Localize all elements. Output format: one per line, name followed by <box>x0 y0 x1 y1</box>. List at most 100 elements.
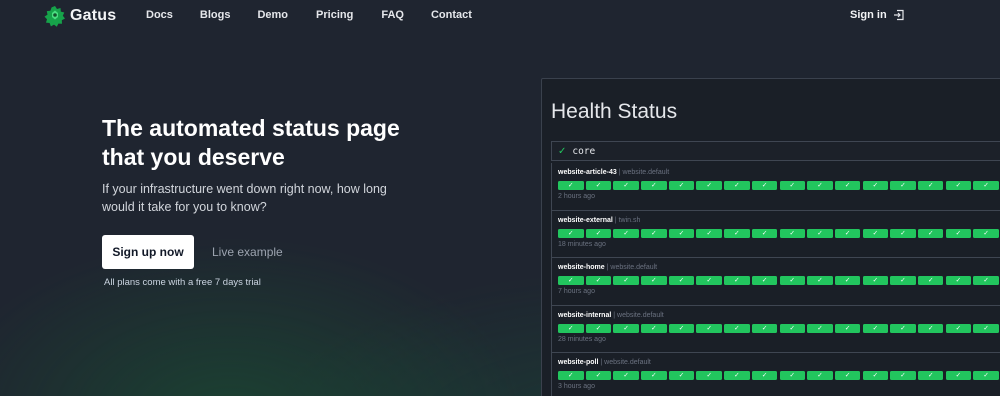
result-success-bar[interactable]: ✓ <box>613 276 639 285</box>
result-success-bar[interactable]: ✓ <box>696 323 722 333</box>
live-example-link[interactable]: Live example <box>212 245 283 259</box>
result-success-bar[interactable]: ✓ <box>862 228 889 238</box>
result-success-bar[interactable]: ✓ <box>834 181 861 190</box>
endpoint-name[interactable]: website-poll <box>558 359 598 366</box>
nav-link-docs[interactable]: Docs <box>146 9 173 21</box>
endpoint-name[interactable]: website-external <box>558 217 613 224</box>
result-success-bar[interactable]: ✓ <box>668 371 695 380</box>
endpoint-name[interactable]: website-article-43 <box>558 169 617 176</box>
result-success-bar[interactable]: ✓ <box>973 371 999 380</box>
result-success-bar[interactable]: ✓ <box>807 228 833 238</box>
brand-logo[interactable]: Gatus <box>44 5 116 27</box>
result-success-bar[interactable]: ✓ <box>668 181 695 190</box>
result-success-bar[interactable]: ✓ <box>862 276 889 285</box>
endpoint-row[interactable]: website-internal | website.default ✓ ✓ ✓ ✓ ✓ ✓… <box>551 305 1000 353</box>
result-success-bar[interactable]: ✓ <box>558 181 584 190</box>
result-success-bar[interactable]: ✓ <box>696 181 722 190</box>
result-success-bar[interactable]: ✓ <box>558 228 584 238</box>
result-success-bar[interactable]: ✓ <box>945 371 972 380</box>
group-header-core[interactable]: ✓ core <box>551 141 1000 161</box>
endpoint-row[interactable]: website-home | website.default ✓ ✓ ✓ ✓ ✓ ✓ ✓ ✓ ✓ ✓… <box>551 258 1000 306</box>
result-success-bar[interactable]: ✓ <box>779 276 805 285</box>
result-success-bar[interactable]: ✓ <box>973 323 999 333</box>
endpoint-name[interactable]: website-home <box>558 264 605 271</box>
result-success-bar[interactable]: ✓ <box>585 371 612 380</box>
sign-up-button[interactable]: Sign up now <box>102 235 194 269</box>
result-success-bar[interactable]: ✓ <box>585 228 612 238</box>
result-success-bar[interactable]: ✓ <box>641 276 667 285</box>
result-success-bar[interactable]: ✓ <box>973 181 999 190</box>
result-success-bar[interactable]: ✓ <box>862 181 889 190</box>
result-success-bar[interactable]: ✓ <box>641 228 667 238</box>
result-success-bar[interactable]: ✓ <box>779 181 805 190</box>
result-success-bar[interactable]: ✓ <box>668 228 695 238</box>
result-success-bar[interactable]: ✓ <box>834 276 861 285</box>
result-success-bar[interactable]: ✓ <box>724 228 750 238</box>
result-success-bar[interactable]: ✓ <box>724 181 750 190</box>
result-success-bar[interactable]: ✓ <box>945 181 972 190</box>
result-success-bar[interactable]: ✓ <box>945 228 972 238</box>
result-success-bar[interactable]: ✓ <box>724 276 750 285</box>
nav-link-pricing[interactable]: Pricing <box>316 9 353 21</box>
nav-link-faq[interactable]: FAQ <box>381 9 404 21</box>
result-success-bar[interactable]: ✓ <box>585 276 612 285</box>
result-success-bar[interactable]: ✓ <box>724 371 750 380</box>
result-success-bar[interactable]: ✓ <box>558 371 584 380</box>
result-success-bar[interactable]: ✓ <box>917 181 944 190</box>
result-success-bar[interactable]: ✓ <box>751 276 778 285</box>
result-success-bar[interactable]: ✓ <box>696 228 722 238</box>
result-success-bar[interactable]: ✓ <box>917 276 944 285</box>
result-success-bar[interactable]: ✓ <box>613 181 639 190</box>
result-success-bar[interactable]: ✓ <box>945 323 972 333</box>
result-success-bar[interactable]: ✓ <box>862 323 889 333</box>
result-success-bar[interactable]: ✓ <box>724 323 750 333</box>
result-success-bar[interactable]: ✓ <box>696 371 722 380</box>
result-success-bar[interactable]: ✓ <box>834 371 861 380</box>
result-success-bar[interactable]: ✓ <box>751 371 778 380</box>
nav-link-demo[interactable]: Demo <box>257 9 288 21</box>
sign-in-link[interactable]: Sign in <box>850 9 905 21</box>
result-success-bar[interactable]: ✓ <box>641 323 667 333</box>
nav-link-contact[interactable]: Contact <box>431 9 472 21</box>
result-success-bar[interactable]: ✓ <box>751 181 778 190</box>
result-success-bar[interactable]: ✓ <box>834 228 861 238</box>
result-success-bar[interactable]: ✓ <box>807 276 833 285</box>
result-success-bar[interactable]: ✓ <box>890 181 916 190</box>
result-success-bar[interactable]: ✓ <box>890 228 916 238</box>
result-success-bar[interactable]: ✓ <box>945 276 972 285</box>
result-success-bar[interactable]: ✓ <box>751 323 778 333</box>
result-success-bar[interactable]: ✓ <box>613 371 639 380</box>
result-success-bar[interactable]: ✓ <box>807 181 833 190</box>
result-success-bar[interactable]: ✓ <box>779 228 805 238</box>
result-success-bar[interactable]: ✓ <box>890 371 916 380</box>
result-success-bar[interactable]: ✓ <box>917 323 944 333</box>
result-success-bar[interactable]: ✓ <box>890 323 916 333</box>
result-success-bar[interactable]: ✓ <box>973 228 999 238</box>
result-success-bar[interactable]: ✓ <box>558 323 584 333</box>
result-success-bar[interactable]: ✓ <box>613 228 639 238</box>
endpoint-row[interactable]: website-article-43 | website.default ✓ ✓ ✓ ✓… <box>551 163 1000 211</box>
result-success-bar[interactable]: ✓ <box>807 371 833 380</box>
result-success-bar[interactable]: ✓ <box>668 323 695 333</box>
result-success-bar[interactable]: ✓ <box>917 371 944 380</box>
result-success-bar[interactable]: ✓ <box>834 323 861 333</box>
endpoint-row[interactable]: website-external | twin.sh ✓ ✓ ✓ ✓ ✓ ✓ ✓ ✓ ✓ ✓ ✓ ✓ ✓ ✓… <box>551 210 1000 258</box>
result-success-bar[interactable]: ✓ <box>668 276 695 285</box>
result-success-bar[interactable]: ✓ <box>807 323 833 333</box>
result-success-bar[interactable]: ✓ <box>862 371 889 380</box>
result-success-bar[interactable]: ✓ <box>558 276 584 285</box>
result-success-bar[interactable]: ✓ <box>585 323 612 333</box>
result-success-bar[interactable]: ✓ <box>585 181 612 190</box>
result-success-bar[interactable]: ✓ <box>641 181 667 190</box>
result-success-bar[interactable]: ✓ <box>751 228 778 238</box>
result-success-bar[interactable]: ✓ <box>613 323 639 333</box>
result-success-bar[interactable]: ✓ <box>779 371 805 380</box>
nav-link-blogs[interactable]: Blogs <box>200 9 231 21</box>
result-success-bar[interactable]: ✓ <box>973 276 999 285</box>
result-success-bar[interactable]: ✓ <box>696 276 722 285</box>
result-success-bar[interactable]: ✓ <box>641 371 667 380</box>
result-success-bar[interactable]: ✓ <box>890 276 916 285</box>
endpoint-name[interactable]: website-internal <box>558 312 611 319</box>
result-success-bar[interactable]: ✓ <box>917 228 944 238</box>
result-success-bar[interactable]: ✓ <box>779 323 805 333</box>
